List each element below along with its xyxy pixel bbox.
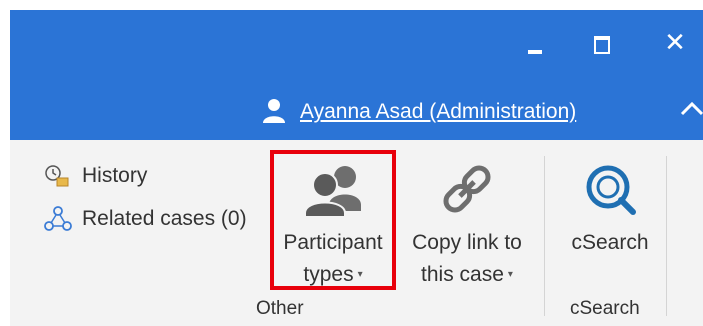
dropdown-arrow-icon: ▾ — [507, 269, 513, 281]
highlight-box — [270, 150, 396, 290]
user-icon — [263, 99, 285, 123]
related-cases-button[interactable]: Related cases (0) — [82, 207, 247, 231]
group-separator — [544, 156, 545, 316]
copy-link-label-line1: Copy link to — [412, 231, 522, 254]
user-account-link[interactable]: Ayanna Asad (Administration) — [300, 98, 576, 126]
maximize-button[interactable] — [586, 28, 616, 58]
history-button[interactable]: History — [82, 164, 147, 188]
close-button[interactable]: ✕ — [660, 28, 690, 58]
group-label-other: Other — [256, 298, 304, 319]
maximize-icon — [594, 36, 610, 54]
minimize-icon — [528, 50, 542, 54]
copy-link-button[interactable]: Copy link to this case ▾ — [400, 157, 534, 291]
close-icon: ✕ — [664, 28, 686, 58]
group-label-csearch: cSearch — [570, 298, 640, 319]
csearch-icon — [586, 165, 636, 215]
link-icon — [443, 165, 491, 213]
minimize-button[interactable] — [518, 28, 548, 58]
history-icon — [45, 165, 69, 187]
csearch-button[interactable]: cSearch — [560, 157, 660, 259]
collapse-ribbon-icon[interactable] — [678, 96, 703, 120]
group-separator — [666, 156, 667, 316]
related-cases-icon — [44, 206, 72, 231]
copy-link-label-line2: this case ▾ — [421, 263, 513, 286]
csearch-label: cSearch — [571, 231, 649, 254]
